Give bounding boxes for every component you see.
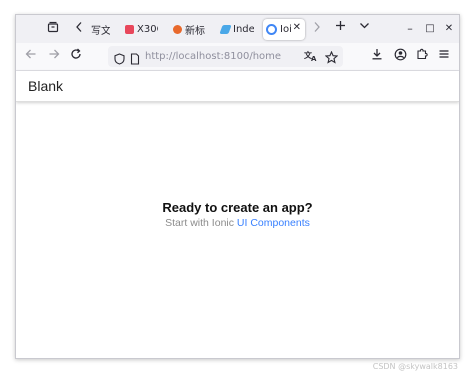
- hamburger-icon[interactable]: [438, 48, 450, 64]
- arrow-right-icon[interactable]: [48, 48, 60, 64]
- empty-state-prefix: Start with Ionic: [165, 217, 234, 229]
- ionic-icon: [266, 24, 277, 35]
- close-window-button[interactable]: ✕: [443, 21, 455, 37]
- address-bar[interactable]: http://localhost:8100/home 文A: [108, 46, 343, 67]
- download-icon[interactable]: [371, 48, 383, 64]
- chevron-right-icon[interactable]: [312, 21, 322, 38]
- chevron-down-icon[interactable]: [358, 20, 370, 36]
- arrow-left-icon[interactable]: [25, 48, 37, 64]
- puzzle-icon[interactable]: [416, 48, 428, 64]
- empty-state-title: Ready to create an app?: [162, 200, 313, 215]
- angular-icon: [219, 25, 232, 34]
- tab-active[interactable]: Ioi ✕: [263, 19, 305, 40]
- minimize-button[interactable]: –: [404, 21, 416, 37]
- browser-window: 写文 X30C 新标 Inde Ioi ✕ – □ ✕: [15, 14, 460, 359]
- app-header: Blank: [16, 71, 459, 102]
- page-icon[interactable]: [130, 50, 140, 69]
- tab-2[interactable]: 新标: [170, 19, 206, 40]
- ui-components-link[interactable]: UI Components: [237, 217, 310, 229]
- tab-label: Ioi: [280, 24, 292, 35]
- tab-label: Inde: [233, 24, 254, 35]
- tab-0[interactable]: 写文: [88, 19, 110, 40]
- translate-icon[interactable]: 文A: [304, 49, 317, 65]
- maximize-button[interactable]: □: [424, 21, 436, 37]
- tab-1[interactable]: X30C: [122, 19, 158, 40]
- tab-label: X30C: [137, 24, 158, 35]
- nav-toolbar: http://localhost:8100/home 文A: [16, 43, 459, 71]
- plus-icon[interactable]: [334, 20, 346, 36]
- close-tab-icon[interactable]: ✕: [293, 22, 301, 33]
- firefox-icon: [173, 25, 182, 34]
- favicon-icon: [125, 25, 134, 34]
- url-text[interactable]: http://localhost:8100/home: [145, 50, 281, 63]
- svg-text:A: A: [311, 55, 317, 62]
- reload-icon[interactable]: [70, 48, 82, 64]
- account-icon[interactable]: [394, 48, 407, 65]
- shield-icon[interactable]: [114, 50, 125, 69]
- chevron-left-icon[interactable]: [74, 21, 84, 38]
- watermark: CSDN @skywalk8163: [372, 362, 458, 371]
- tab-label: 新标: [185, 26, 205, 37]
- app-content: Ready to create an app? Start with Ionic…: [16, 102, 459, 358]
- tab-3[interactable]: Inde: [218, 19, 254, 40]
- tab-strip: 写文 X30C 新标 Inde Ioi ✕ – □ ✕: [16, 15, 459, 43]
- empty-state-subtitle: Start with Ionic UI Components: [16, 217, 459, 229]
- star-icon[interactable]: [324, 49, 339, 68]
- page-title: Blank: [28, 78, 64, 94]
- tab-label: 写文: [91, 26, 110, 37]
- tab-overview-icon[interactable]: [46, 21, 60, 38]
